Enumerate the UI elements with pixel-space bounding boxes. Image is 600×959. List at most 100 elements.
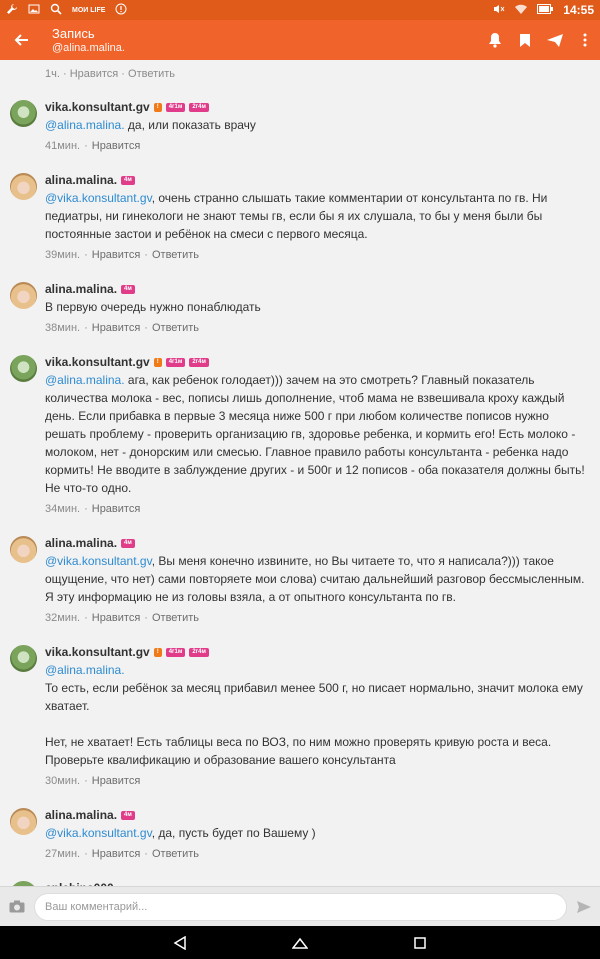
more-vert-icon[interactable] bbox=[570, 20, 600, 60]
like-link[interactable]: Нравится bbox=[70, 68, 119, 80]
send-icon[interactable] bbox=[540, 20, 570, 60]
comment-time: 41мин. bbox=[45, 140, 81, 152]
wrench-icon bbox=[6, 3, 18, 18]
mention-link[interactable]: @vika.konsultant.gv bbox=[45, 191, 152, 205]
avatar[interactable] bbox=[10, 808, 37, 835]
comment-time: 39мин. bbox=[45, 249, 81, 261]
comment-username[interactable]: vika.konsultant.gv bbox=[45, 100, 150, 114]
search-icon bbox=[50, 3, 62, 18]
user-badge: 4г1м bbox=[165, 102, 186, 112]
user-badge: ! bbox=[153, 102, 162, 112]
app-bar: Запись @alina.malina. bbox=[0, 20, 600, 60]
comment-username[interactable]: alina.malina. bbox=[45, 173, 117, 187]
image-icon bbox=[28, 3, 40, 18]
user-badge: 4м bbox=[121, 538, 135, 548]
avatar[interactable] bbox=[10, 536, 37, 563]
battery-icon bbox=[537, 3, 554, 17]
like-link[interactable]: Нравится bbox=[92, 322, 141, 334]
user-badge: 4м bbox=[121, 175, 135, 185]
reply-link[interactable]: Ответить bbox=[152, 249, 199, 261]
comment-meta: 39мин. · Нравится · Ответить bbox=[45, 249, 199, 261]
comment-item: alina.malina. 4м @vika.konsultant.gv, Вы… bbox=[0, 524, 600, 633]
comment-text: @vika.konsultant.gv, Вы меня конечно изв… bbox=[45, 552, 588, 606]
comment-item: vika.konsultant.gv ! 4г1м 2г4м @alina.mali… bbox=[0, 633, 600, 796]
comment-item: alina.malina. 4м @vika.konsultant.gv, оч… bbox=[0, 161, 600, 270]
comments-list[interactable]: 1ч. · Нравится · Ответить vika.konsultan… bbox=[0, 60, 600, 886]
like-link[interactable]: Нравится bbox=[92, 612, 141, 624]
comment-time: 30мин. bbox=[45, 775, 81, 787]
user-badge: 4м bbox=[121, 284, 135, 294]
like-link[interactable]: Нравится bbox=[92, 848, 141, 860]
bookmark-icon[interactable] bbox=[510, 20, 540, 60]
page-subtitle[interactable]: @alina.malina. bbox=[52, 41, 480, 55]
nav-recents-icon[interactable] bbox=[412, 935, 428, 951]
mention-link[interactable]: @vika.konsultant.gv bbox=[45, 826, 152, 840]
page-title: Запись bbox=[52, 25, 95, 41]
mention-link[interactable]: @alina.malina. bbox=[45, 373, 125, 387]
send-comment-icon[interactable] bbox=[567, 900, 600, 914]
comment-text: @vika.konsultant.gv, да, пусть будет по … bbox=[45, 824, 588, 842]
comment-time: 1ч. bbox=[45, 68, 60, 80]
clock: 14:55 bbox=[563, 3, 594, 17]
comment-text: В первую очередь нужно понаблюдать bbox=[45, 298, 588, 316]
avatar[interactable] bbox=[10, 645, 37, 672]
nav-home-icon[interactable] bbox=[292, 935, 308, 951]
comment-time: 34мин. bbox=[45, 503, 81, 515]
wifi-icon bbox=[515, 3, 528, 18]
comment-username[interactable]: vika.konsultant.gv bbox=[45, 355, 150, 369]
user-badge: 4м bbox=[121, 810, 135, 820]
camera-icon[interactable] bbox=[0, 900, 34, 913]
comment-body: да, или показать врачу bbox=[124, 118, 256, 132]
mute-icon bbox=[493, 3, 505, 18]
comment-username[interactable]: alina.malina. bbox=[45, 536, 117, 550]
status-bar: МОИ LIFE 14:55 bbox=[0, 0, 600, 20]
user-badge: 2г4м bbox=[189, 357, 209, 367]
avatar[interactable] bbox=[10, 282, 37, 309]
comment-meta: 30мин. · Нравится bbox=[45, 775, 141, 787]
comment-item: alina.malina. 4м В первую очередь нужно … bbox=[0, 270, 600, 343]
user-badge: 2г4м bbox=[189, 647, 209, 657]
comment-input[interactable]: Ваш комментарий... bbox=[34, 892, 567, 921]
alert-icon bbox=[115, 3, 127, 18]
comment-input-bar: Ваш комментарий... bbox=[0, 886, 600, 926]
comment-meta: 38мин. · Нравится · Ответить bbox=[45, 322, 199, 334]
avatar[interactable] bbox=[10, 173, 37, 200]
like-link[interactable]: Нравится bbox=[92, 249, 141, 261]
comment-body: , да, пусть будет по Вашему ) bbox=[151, 826, 316, 840]
comment-body: ага, как ребенок голодает))) зачем на эт… bbox=[45, 373, 585, 495]
comment-meta: 1ч. · Нравится · Ответить bbox=[45, 68, 176, 80]
reply-link[interactable]: Ответить bbox=[128, 68, 175, 80]
user-badge: 4г1м bbox=[165, 357, 186, 367]
appbar-titles: Запись @alina.malina. bbox=[44, 26, 480, 55]
reply-link[interactable]: Ответить bbox=[152, 848, 199, 860]
comment-username[interactable]: alina.malina. bbox=[45, 282, 117, 296]
like-link[interactable]: Нравится bbox=[92, 775, 141, 787]
comment-text: @vika.konsultant.gv, очень странно слыша… bbox=[45, 189, 588, 243]
bell-icon[interactable] bbox=[480, 20, 510, 60]
comment-time: 32мин. bbox=[45, 612, 81, 624]
comment-username[interactable]: alina.malina. bbox=[45, 808, 117, 822]
mention-link[interactable]: @alina.malina. bbox=[45, 663, 125, 677]
reply-link[interactable]: Ответить bbox=[152, 612, 199, 624]
mention-link[interactable]: @alina.malina. bbox=[45, 118, 125, 132]
like-link[interactable]: Нравится bbox=[92, 503, 141, 515]
comment-body: В первую очередь нужно понаблюдать bbox=[45, 300, 261, 314]
comment-meta: 27мин. · Нравится · Ответить bbox=[45, 848, 199, 860]
user-badge: 2г4м bbox=[189, 102, 209, 112]
comment-username[interactable]: vika.konsultant.gv bbox=[45, 645, 150, 659]
system-nav-bar bbox=[0, 926, 600, 959]
like-link[interactable]: Нравится bbox=[92, 140, 141, 152]
mention-link[interactable]: @vika.konsultant.gv bbox=[45, 554, 152, 568]
nav-back-icon[interactable] bbox=[172, 935, 188, 951]
reply-link[interactable]: Ответить bbox=[152, 322, 199, 334]
comment-body: То есть, если ребёнок за месяц прибавил … bbox=[45, 681, 583, 767]
back-arrow-icon[interactable] bbox=[0, 20, 44, 60]
comment-meta: 41мин. · Нравится bbox=[45, 140, 141, 152]
partial-comment: cplebina000 bbox=[0, 869, 600, 886]
avatar[interactable] bbox=[10, 100, 37, 127]
comment-item: vika.konsultant.gv ! 4г1м 2г4м @alina.mali… bbox=[0, 343, 600, 524]
avatar[interactable] bbox=[10, 355, 37, 382]
ok-app-icon: МОИ LIFE bbox=[72, 6, 106, 14]
comment-item: alina.malina. 4м @vika.konsultant.gv, да… bbox=[0, 796, 600, 869]
comment-time: 27мин. bbox=[45, 848, 81, 860]
